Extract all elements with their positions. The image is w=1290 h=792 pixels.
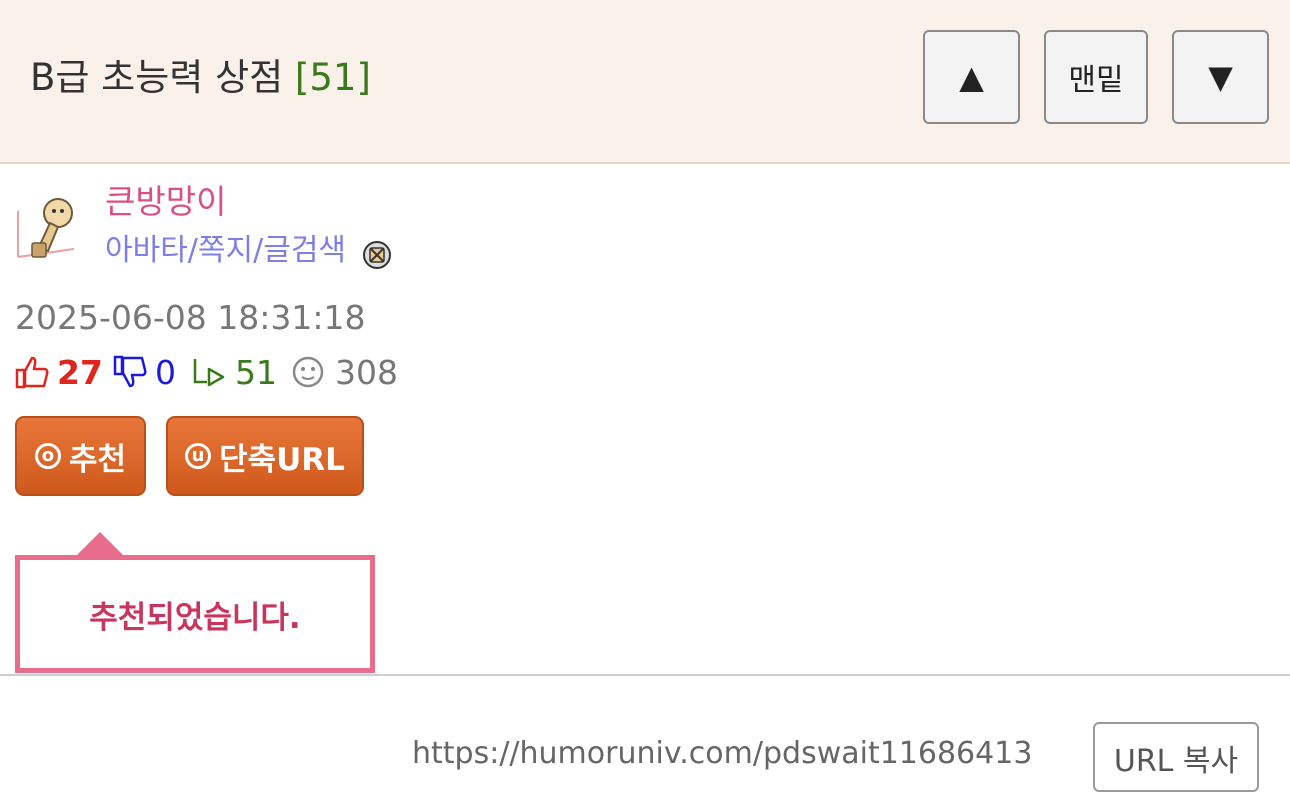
block-icon[interactable] (362, 240, 392, 270)
reply-stat: 51 (191, 350, 277, 394)
reply-count: [51] (294, 56, 371, 99)
scroll-up-button[interactable]: ▲ (923, 30, 1020, 124)
section-divider (0, 674, 1290, 676)
view-count: 308 (335, 352, 398, 392)
post-title: B급 초능력 상점 [51] (30, 54, 371, 102)
view-face-icon (292, 356, 324, 388)
tooltip-arrow (76, 532, 124, 556)
recommend-stat: 27 (15, 350, 103, 394)
scroll-bottom-button[interactable]: 맨밑 (1044, 30, 1148, 124)
reply-stat-count: 51 (235, 352, 277, 392)
post-datetime: 2025-06-08 18:31:18 (15, 298, 366, 337)
oppose-stat: 0 (113, 350, 176, 394)
author-links[interactable]: 아바타/쪽지/글검색 (105, 230, 346, 272)
view-stat: 308 (291, 350, 398, 394)
recommend-circle-icon: o (34, 443, 61, 469)
short-url-button[interactable]: u 단축URL (166, 416, 364, 496)
recommend-tooltip: 추천되었습니다. (15, 555, 375, 673)
recommend-count: 27 (57, 352, 103, 392)
post-url-text: https://humoruniv.com/pdswait11686413 (412, 736, 1033, 771)
thumbs-up-icon (15, 356, 49, 389)
tooltip-message: 추천되었습니다. (89, 599, 301, 636)
scroll-down-button[interactable]: ▼ (1172, 30, 1269, 124)
url-copy-button[interactable]: URL 복사 (1093, 722, 1259, 792)
post-title-text: B급 초능력 상점 (30, 56, 284, 99)
recommend-button[interactable]: o 추천 (15, 416, 146, 496)
recommend-button-label: 추천 (68, 441, 127, 478)
thumbs-down-icon (113, 355, 147, 388)
short-url-button-label: 단축URL (219, 441, 345, 478)
avatar[interactable] (14, 193, 82, 265)
short-url-circle-icon: u (185, 443, 212, 469)
author-nickname[interactable]: 큰방망이 (105, 180, 226, 224)
post-header: B급 초능력 상점 [51] ▲ 맨밑 ▼ (0, 0, 1290, 164)
oppose-count: 0 (155, 352, 176, 392)
reply-icon (193, 359, 225, 387)
